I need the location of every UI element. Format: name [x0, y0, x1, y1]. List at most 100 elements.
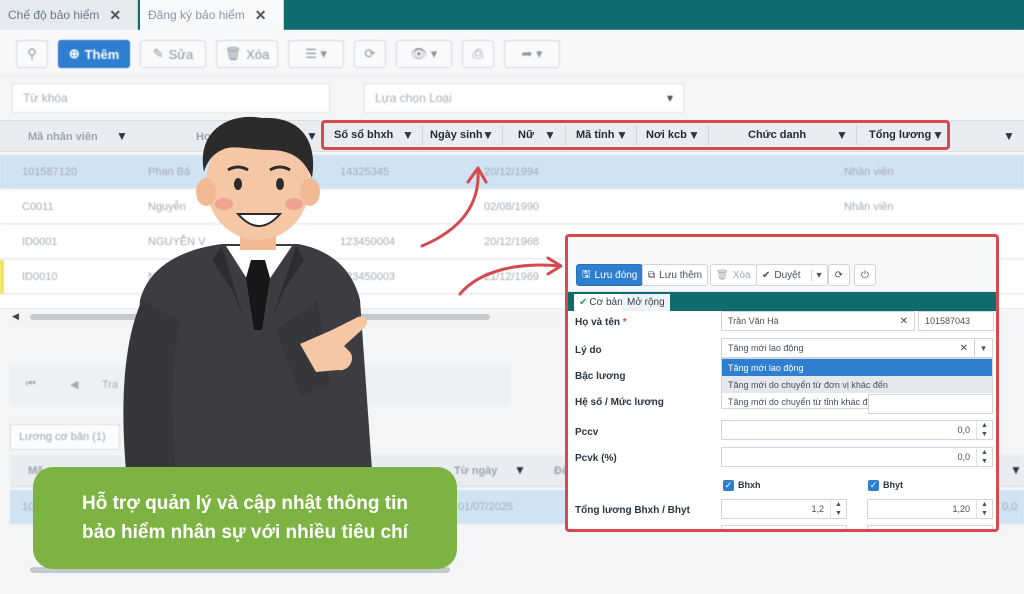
filter-icon[interactable]: ▼ [1010, 464, 1022, 476]
subtab-label: Lương cơ bản (1) [19, 431, 106, 443]
delete-button[interactable]: 🗑 Xóa [216, 40, 278, 68]
pccv-value: 0,0 [957, 425, 970, 435]
filter-icon[interactable]: ▼ [932, 129, 944, 141]
col-so-so-bhxh[interactable]: Số sổ bhxh [334, 123, 393, 147]
stepper-icon[interactable]: ▲ ▼ [976, 448, 992, 466]
tong-luong-bhyt-input[interactable]: 1,20 ▲ ▼ [867, 499, 993, 519]
ho-ten-input[interactable]: Trần Văn Hà ✕ [721, 311, 915, 331]
pccv-input[interactable]: 0,0 ▲ ▼ [721, 420, 993, 440]
save-close-button[interactable]: 🖫 Lưu đóng [576, 264, 644, 286]
col-nu[interactable]: Nữ [518, 123, 534, 147]
edit-button[interactable]: ✎ Sửa [140, 40, 206, 68]
check-icon: ✔ [579, 297, 588, 308]
ly-do-label: Lý do [575, 345, 602, 356]
cell-so: 123450003 [340, 271, 396, 283]
chevron-down-icon[interactable]: ▾ [810, 269, 822, 281]
table-row[interactable]: C0011 Nguyễn 02/08/1990 Nhân viên [0, 190, 1024, 224]
col-ho-ten[interactable]: Họ tên [196, 121, 230, 153]
col-tong-luong[interactable]: Tổng lương [869, 123, 931, 147]
popup-toolbar: 🖫 Lưu đóng ⧉ Lưu thêm 🗑 Xóa ✔ Duyệt ▾ ⟳ … [568, 237, 996, 292]
filter-icon[interactable]: ▼ [616, 129, 628, 141]
delete-button[interactable]: 🗑 Xóa [710, 264, 757, 286]
filter-icon[interactable]: ▼ [306, 130, 318, 142]
add-label: Thêm [84, 46, 120, 62]
binoculars-icon[interactable]: ⚲ [16, 40, 48, 68]
refresh-icon[interactable]: ⟳ [828, 264, 850, 286]
filter-icon[interactable]: ▼ [1003, 130, 1015, 142]
employee-code-input[interactable]: 101587043 [918, 311, 994, 331]
pcvk-label: Pcvk (%) [575, 453, 617, 464]
close-icon[interactable]: ✕ [255, 7, 267, 24]
power-icon[interactable]: ⏻ [854, 264, 876, 286]
col-ngay-sinh[interactable]: Ngày sinh [430, 123, 483, 147]
extra-input[interactable] [867, 525, 993, 529]
type-placeholder: Lựa chọn Loại [375, 91, 452, 105]
scroll-left-icon[interactable]: ◀ [12, 311, 19, 322]
filter-icon[interactable]: ▼ [402, 129, 414, 141]
save-close-label: Lưu đóng [594, 269, 638, 281]
filter-icon[interactable]: ▼ [482, 129, 494, 141]
column-divider [565, 125, 566, 145]
column-divider [856, 125, 857, 145]
trash-icon: 🗑 [224, 46, 242, 61]
clear-icon[interactable]: ✕ [960, 343, 968, 354]
pcvk-input[interactable]: 0,0 ▲ ▼ [721, 447, 993, 467]
col-noi-kcb[interactable]: Nơi kcb [646, 123, 687, 147]
add-button[interactable]: ⊕ Thêm [58, 40, 130, 68]
tab-luong-co-ban[interactable]: Lương cơ bản (1) [10, 424, 120, 450]
share-dropdown-button[interactable]: ➦ ▾ [504, 40, 560, 68]
close-icon[interactable]: ✕ [109, 7, 121, 24]
cell-so: 14325345 [340, 166, 389, 178]
tab-dang-ky-bao-hiem[interactable]: Đăng ký bảo hiểm ✕ [140, 0, 284, 30]
col-ma-nhan-vien[interactable]: Mã nhân viên [28, 121, 98, 153]
col-label: Mã nhân viên [28, 131, 98, 143]
extra-input[interactable] [721, 525, 847, 529]
col-chuc-danh[interactable]: Chức danh [748, 123, 806, 147]
copy-icon: ⧉ [648, 269, 656, 281]
save-more-button[interactable]: ⧉ Lưu thêm [642, 264, 708, 286]
muc-luong-input[interactable] [868, 394, 993, 414]
ly-do-select[interactable]: Tăng mới lao động ✕ ▾ [721, 338, 993, 358]
prev-page-icon[interactable]: ◀ [70, 378, 78, 391]
dropdown-option[interactable]: Tăng mới lao động [722, 359, 992, 376]
scrollbar-thumb[interactable] [30, 314, 490, 320]
tab-strip: Chế độ bảo hiểm ✕ Đăng ký bảo hiểm ✕ [0, 0, 1024, 30]
tab-label: Cơ bản [589, 297, 623, 308]
stepper-icon[interactable]: ▲ ▼ [830, 500, 846, 518]
tab-mo-rong[interactable]: Mở rộng [622, 294, 670, 311]
filter-icon[interactable]: ▼ [688, 129, 700, 141]
view-dropdown-button[interactable]: 👁 ▾ [396, 40, 452, 68]
tong-luong-bhxh-input[interactable]: 1,2 ▲ ▼ [721, 499, 847, 519]
filter-icon[interactable]: ▼ [116, 130, 128, 142]
bhxh-checkbox[interactable]: ✓ [723, 480, 734, 491]
keyword-search-input[interactable]: Từ khóa [12, 83, 330, 113]
bac-luong-label: Bậc lương [575, 371, 626, 382]
menu-dropdown-button[interactable]: ☰ ▾ [288, 40, 344, 68]
bhyt-checkbox[interactable]: ✓ [868, 480, 879, 491]
print-icon[interactable]: ⎙ [462, 40, 494, 68]
stepper-icon[interactable]: ▲ ▼ [976, 500, 992, 518]
filter-icon[interactable]: ▼ [544, 129, 556, 141]
cell-ten: Nguyễn [148, 201, 186, 213]
refresh-icon[interactable]: ⟳ [354, 40, 386, 68]
type-select[interactable]: Lựa chọn Loại ▾ [364, 83, 684, 113]
dropdown-option[interactable]: Tăng mới do chuyển từ đơn vị khác đến [722, 376, 992, 393]
clear-icon[interactable]: ✕ [900, 316, 908, 327]
tab-co-ban[interactable]: ✔ Cơ bản [574, 294, 628, 311]
first-page-icon[interactable]: ⏮ [26, 378, 36, 391]
pager: ⏮ ◀ Tra [10, 365, 510, 405]
cell-ma: ID0010 [22, 271, 58, 283]
horizontal-scrollbar[interactable]: ◀ [10, 310, 570, 324]
filter-icon[interactable]: ▼ [836, 129, 848, 141]
chevron-down-icon[interactable]: ▾ [974, 339, 992, 357]
callout-line-1: Hỗ trợ quản lý và cập nhật thông tin [82, 493, 408, 514]
check-circle-icon: ✔ [762, 269, 771, 281]
cell-ma: ID0001 [22, 236, 58, 248]
tab-che-do-bao-hiem[interactable]: Chế độ bảo hiểm ✕ [0, 0, 138, 30]
approve-button[interactable]: ✔ Duyệt ▾ [756, 264, 828, 286]
stepper-icon[interactable]: ▲ ▼ [976, 421, 992, 439]
cell-ma: 101587120 [22, 166, 78, 178]
filter-icon[interactable]: ▼ [514, 464, 526, 476]
col-ma-tinh[interactable]: Mã tỉnh [576, 123, 615, 147]
table-row[interactable]: 101587120 Phan Bá 14325345 20/12/1994 Nh… [0, 155, 1024, 189]
